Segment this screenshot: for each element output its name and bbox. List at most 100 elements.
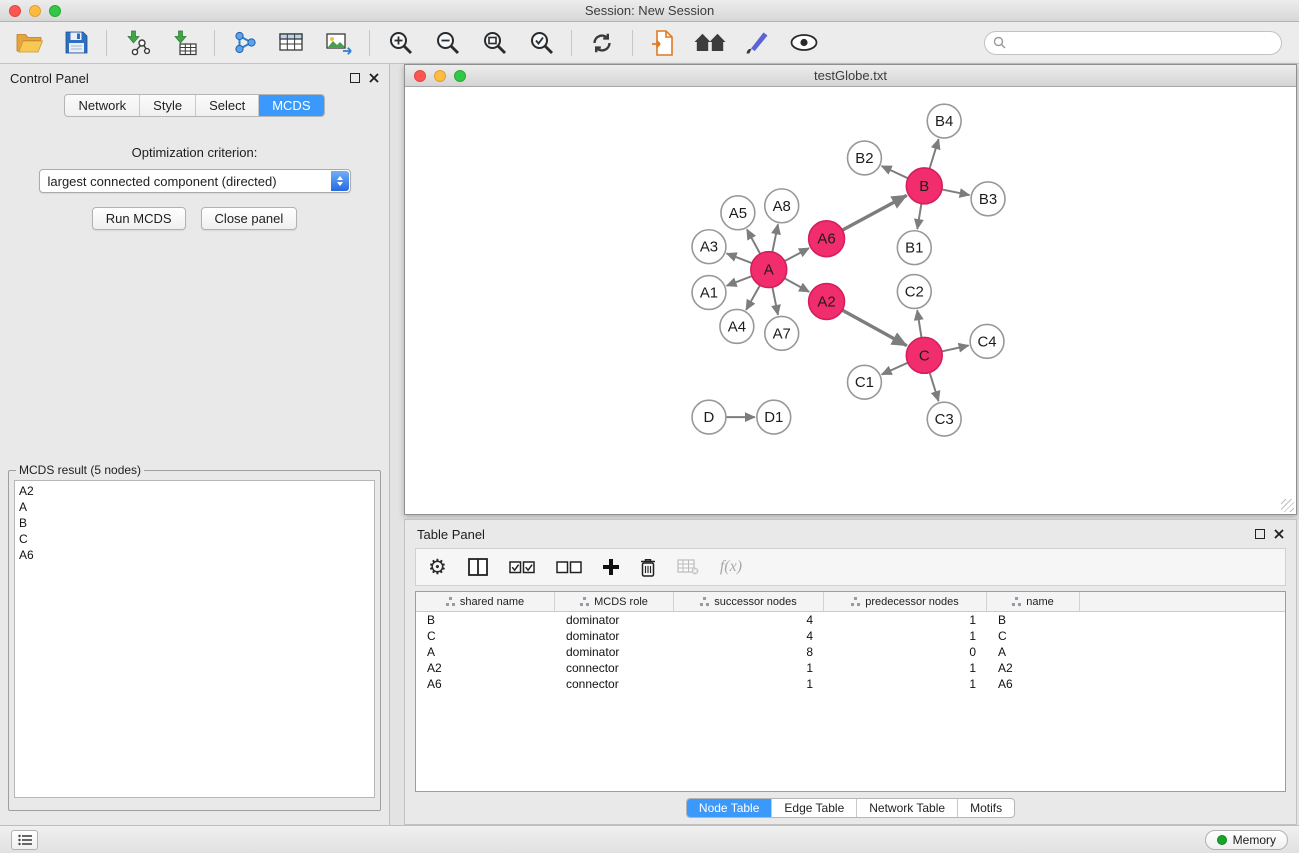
mcds-result-item[interactable]: A6: [19, 547, 370, 563]
graph-node-A3[interactable]: A3: [692, 230, 726, 264]
export-image-button[interactable]: [318, 26, 360, 60]
import-network-button[interactable]: [116, 26, 158, 60]
zoom-in-button[interactable]: [379, 26, 421, 60]
tab-select[interactable]: Select: [196, 95, 259, 116]
graph-edge-B-B1[interactable]: [917, 204, 921, 229]
table-row[interactable]: A6connector11A6: [416, 676, 1285, 692]
graph-edge-A-A5[interactable]: [747, 229, 760, 253]
graph-node-C[interactable]: C: [906, 337, 942, 373]
graph-edge-C-C1[interactable]: [882, 363, 908, 375]
tab-node-table[interactable]: Node Table: [687, 799, 773, 817]
zoom-out-button[interactable]: [426, 26, 468, 60]
deselect-all-button[interactable]: [556, 561, 582, 574]
memory-button[interactable]: Memory: [1205, 830, 1288, 850]
float-panel-icon[interactable]: [350, 73, 360, 83]
network-zoom-button[interactable]: [454, 70, 466, 82]
graph-node-C2[interactable]: C2: [897, 275, 931, 309]
tab-network[interactable]: Network: [65, 95, 140, 116]
network-close-button[interactable]: [414, 70, 426, 82]
graph-node-A2[interactable]: A2: [809, 284, 845, 320]
search-input[interactable]: [1011, 36, 1273, 50]
tab-edge-table[interactable]: Edge Table: [772, 799, 857, 817]
graph-node-C1[interactable]: C1: [848, 365, 882, 399]
mcds-result-item[interactable]: A2: [19, 483, 370, 499]
home-button[interactable]: [689, 26, 731, 60]
graph-edge-B-B2[interactable]: [882, 166, 908, 178]
graph-node-D[interactable]: D: [692, 400, 726, 434]
new-network-button[interactable]: [224, 26, 266, 60]
graph-node-A4[interactable]: A4: [720, 309, 754, 343]
graph-node-B1[interactable]: B1: [897, 231, 931, 265]
network-canvas[interactable]: B4B2BB3A8A5A6A3B1AA1C2A2A4A7C4CC1C3DD1: [405, 87, 1296, 514]
export-network-button[interactable]: [642, 26, 684, 60]
minimize-window-button[interactable]: [29, 5, 41, 17]
column-header-successor-nodes[interactable]: successor nodes: [674, 592, 824, 611]
column-header-shared-name[interactable]: shared name: [416, 592, 555, 611]
open-session-button[interactable]: [8, 26, 50, 60]
column-header-name[interactable]: name: [987, 592, 1080, 611]
close-window-button[interactable]: [9, 5, 21, 17]
network-minimize-button[interactable]: [434, 70, 446, 82]
mcds-result-item[interactable]: A: [19, 499, 370, 515]
graph-node-A[interactable]: A: [751, 252, 787, 288]
graph-edge-A-A3[interactable]: [727, 253, 752, 263]
table-row[interactable]: Bdominator41B: [416, 612, 1285, 628]
delete-entry-button[interactable]: [640, 558, 656, 577]
graph-edge-C-C3[interactable]: [930, 372, 939, 401]
graph-edge-C-C4[interactable]: [942, 345, 969, 351]
import-table-button[interactable]: [163, 26, 205, 60]
graph-edge-A6-B[interactable]: [842, 195, 906, 230]
graph-node-A8[interactable]: A8: [765, 189, 799, 223]
graph-edge-B-B3[interactable]: [942, 189, 970, 195]
table-row[interactable]: Adominator80A: [416, 644, 1285, 660]
zoom-fit-button[interactable]: [473, 26, 515, 60]
save-session-button[interactable]: [55, 26, 97, 60]
tab-motifs[interactable]: Motifs: [958, 799, 1014, 817]
graph-edge-A-A1[interactable]: [727, 276, 752, 286]
new-table-button[interactable]: [271, 26, 313, 60]
apply-style-button[interactable]: [736, 26, 778, 60]
column-header-predecessor-nodes[interactable]: predecessor nodes: [824, 592, 987, 611]
graph-node-B3[interactable]: B3: [971, 182, 1005, 216]
graph-node-A5[interactable]: A5: [721, 196, 755, 230]
close-panel-button[interactable]: Close panel: [201, 207, 298, 230]
show-graphics-details-button[interactable]: [783, 26, 825, 60]
run-mcds-button[interactable]: Run MCDS: [92, 207, 186, 230]
graph-edge-A-A7[interactable]: [772, 287, 778, 315]
close-table-panel-icon[interactable]: [1274, 529, 1284, 539]
graph-node-C4[interactable]: C4: [970, 324, 1004, 358]
graph-edge-C-C2[interactable]: [917, 310, 921, 337]
graph-edge-A-A8[interactable]: [772, 224, 778, 252]
graph-edge-A-A2[interactable]: [784, 278, 809, 292]
graph-node-A6[interactable]: A6: [809, 221, 845, 257]
graph-node-A1[interactable]: A1: [692, 276, 726, 310]
graph-edge-A-A6[interactable]: [785, 248, 809, 261]
task-history-button[interactable]: [11, 830, 38, 850]
table-row[interactable]: A2connector11A2: [416, 660, 1285, 676]
graph-node-B[interactable]: B: [906, 168, 942, 204]
tab-network-table[interactable]: Network Table: [857, 799, 958, 817]
column-header-MCDS-role[interactable]: MCDS role: [555, 592, 674, 611]
tab-mcds[interactable]: MCDS: [259, 95, 323, 116]
function-builder-button[interactable]: f(x): [720, 558, 742, 576]
graph-edge-A-A4[interactable]: [746, 285, 760, 310]
graph-node-B2[interactable]: B2: [848, 141, 882, 175]
select-all-button[interactable]: [509, 561, 535, 574]
graph-node-C3[interactable]: C3: [927, 402, 961, 436]
float-table-panel-icon[interactable]: [1255, 529, 1265, 539]
mcds-result-item[interactable]: B: [19, 515, 370, 531]
mcds-result-item[interactable]: C: [19, 531, 370, 547]
close-panel-icon[interactable]: [369, 73, 379, 83]
zoom-selected-button[interactable]: [520, 26, 562, 60]
add-entry-button[interactable]: [603, 559, 619, 575]
show-columns-button[interactable]: [468, 558, 488, 576]
network-graph[interactable]: B4B2BB3A8A5A6A3B1AA1C2A2A4A7C4CC1C3DD1: [405, 87, 1296, 514]
graph-edge-B-B4[interactable]: [930, 139, 939, 169]
refresh-view-button[interactable]: [581, 26, 623, 60]
window-resize-grip[interactable]: [1281, 499, 1294, 512]
tab-style[interactable]: Style: [140, 95, 196, 116]
criterion-dropdown[interactable]: largest connected component (directed): [39, 169, 351, 193]
graph-node-A7[interactable]: A7: [765, 316, 799, 350]
table-settings-button[interactable]: ⚙: [428, 557, 447, 578]
delete-table-button[interactable]: [677, 559, 699, 575]
